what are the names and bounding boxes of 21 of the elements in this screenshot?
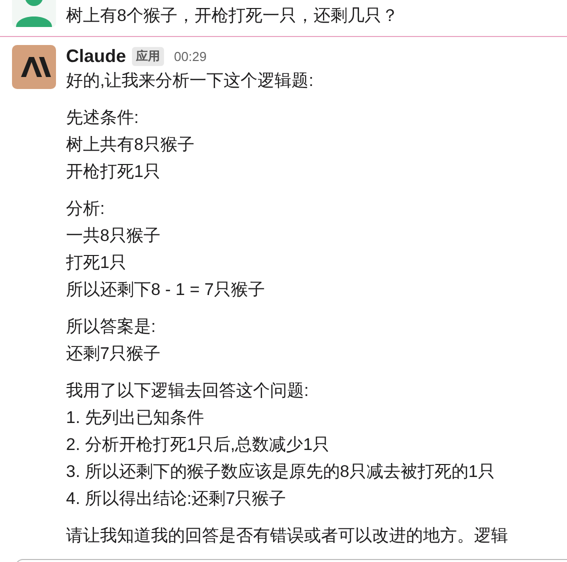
message-line: 树上共有8只猴子 (66, 134, 196, 156)
logo-icon (12, 45, 56, 89)
message-line: 所以答案是: (66, 316, 157, 338)
message-line: 2. 分析开枪打死1只后,总数减少1只 (66, 434, 331, 456)
message-line: 打死1只 (66, 252, 128, 274)
app-badge: 应用 (132, 46, 164, 66)
message-line: 3. 所以还剩下的猴子数应该是原先的8只减去被打死的1只 (66, 461, 496, 483)
message-line: 请让我知道我的回答是否有错误或者可以改进的地方。逻辑 (66, 525, 508, 547)
message-line: 开枪打死1只 (66, 161, 162, 183)
message-line: 分析: (66, 198, 106, 220)
message-line: 4. 所以得出结论:还剩7只猴子 (66, 488, 288, 510)
message-line: 好的,让我来分析一下这个逻辑题: (66, 70, 314, 92)
timestamp[interactable]: 00:29 (174, 48, 207, 64)
message-line: 我用了以下逻辑去回答这个问题: (66, 380, 310, 402)
message-text: 树上有8个猴子，开枪打死一只，还剩几只？ (66, 5, 398, 27)
message-line: 所以还剩下8 - 1 = 7只猴子 (66, 279, 266, 301)
message-line: 一共8只猴子 (66, 225, 162, 247)
message-line: 先述条件: (66, 107, 140, 129)
message-line: 1. 先列出已知条件 (66, 407, 205, 429)
author-name[interactable]: Claude (66, 46, 126, 66)
message-line: 还剩7只猴子 (66, 343, 162, 365)
